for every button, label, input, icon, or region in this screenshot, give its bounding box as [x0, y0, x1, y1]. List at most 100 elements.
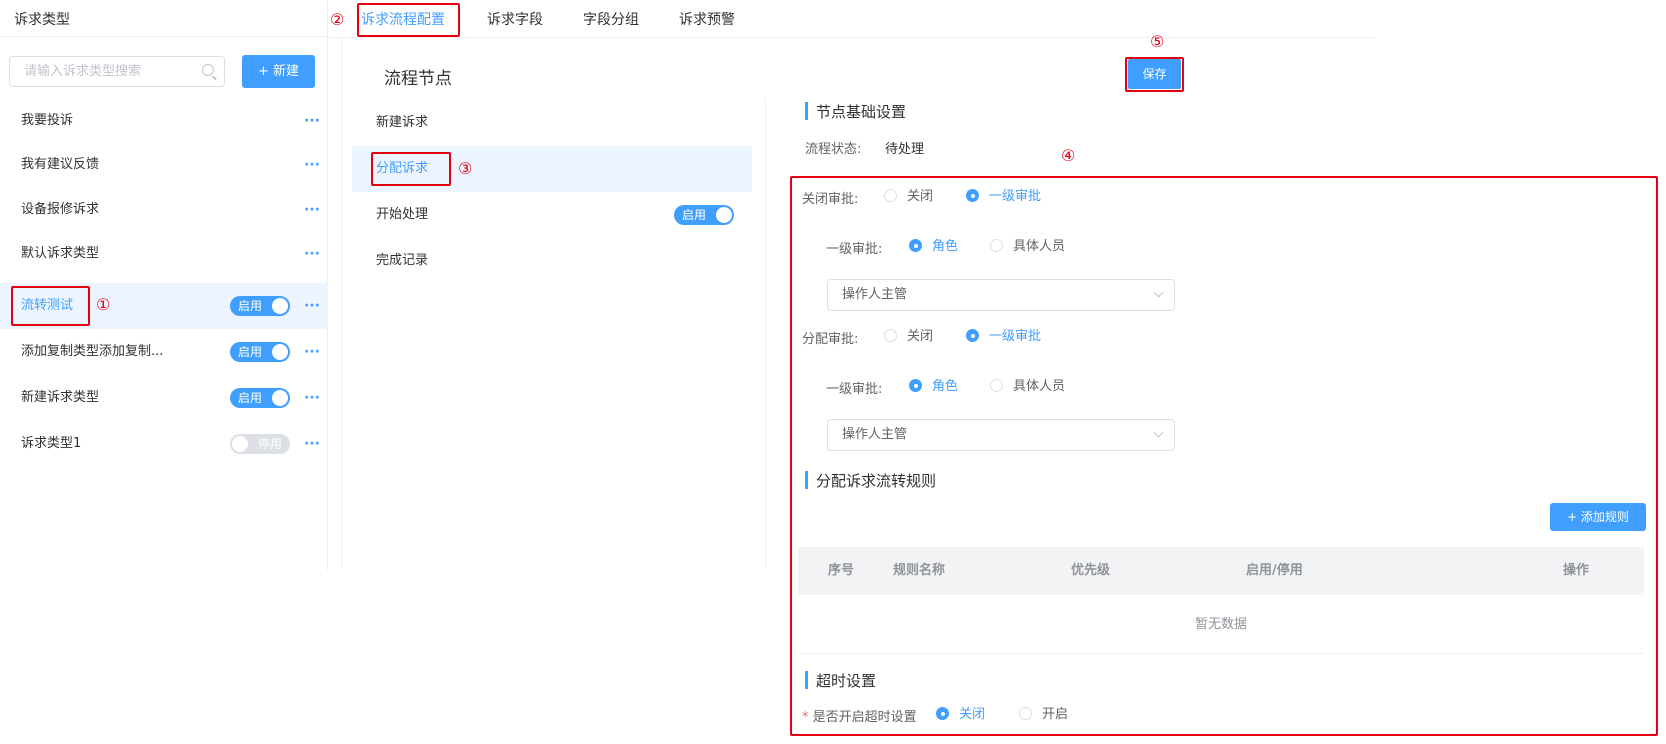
- radio-close[interactable]: 关闭: [884, 189, 933, 205]
- more-icon[interactable]: ···: [304, 422, 320, 466]
- column-header: 优先级: [1071, 563, 1111, 578]
- radio-label: 关闭: [907, 189, 934, 204]
- enable-toggle[interactable]: 启用: [230, 296, 290, 316]
- annotation-marker: ③: [458, 159, 473, 178]
- radio-circle: [884, 329, 897, 342]
- annotation-box: [357, 3, 460, 37]
- toggle-knob: [272, 390, 288, 406]
- type-item[interactable]: 设备报修诉求 ···: [0, 188, 328, 232]
- column-header: 规则名称: [893, 563, 946, 578]
- toggle-knob: [272, 344, 288, 360]
- more-icon[interactable]: ···: [304, 330, 320, 374]
- type-item-label: 默认诉求类型: [21, 246, 100, 261]
- flow-node-label: 新建诉求: [376, 115, 429, 130]
- radio-circle: [966, 189, 979, 202]
- enable-toggle[interactable]: 停用: [230, 434, 290, 454]
- close-approval-label: 关闭审批:: [802, 192, 859, 207]
- type-item-label: 设备报修诉求: [21, 202, 100, 217]
- enable-toggle[interactable]: 启用: [230, 342, 290, 362]
- approver-select[interactable]: 操作人主管: [827, 419, 1175, 451]
- radio-label: 开启: [1042, 707, 1069, 722]
- tab-fields[interactable]: 诉求字段: [487, 9, 543, 29]
- radio-label: 具体人员: [1013, 239, 1066, 254]
- level1-label: 一级审批:: [826, 242, 883, 257]
- status-value: 待处理: [885, 142, 925, 157]
- radio-label: 关闭: [959, 707, 986, 722]
- toggle-label: 启用: [238, 391, 263, 405]
- chevron-down-icon: [1153, 427, 1164, 438]
- status-label: 流程状态:: [805, 142, 862, 157]
- radio-circle: [909, 239, 922, 252]
- radio-level1[interactable]: 一级审批: [966, 189, 1041, 205]
- type-item-label: 添加复制类型添加复制...: [21, 344, 164, 359]
- add-rule-button[interactable]: + 添加规则: [1550, 503, 1646, 531]
- annotation-marker: ①: [96, 295, 111, 314]
- type-item[interactable]: 我有建议反馈 ···: [0, 143, 328, 187]
- tabs-divider: [329, 37, 1374, 38]
- tab-warnings[interactable]: 诉求预警: [679, 9, 735, 29]
- radio-label: 关闭: [907, 329, 934, 344]
- radio-label: 角色: [932, 239, 959, 254]
- type-search-input[interactable]: 请输入诉求类型搜索: [9, 56, 225, 87]
- type-sidebar: 诉求类型 请输入诉求类型搜索 + 新建 我要投诉 ··· 我有建议反馈 ··· …: [0, 0, 328, 570]
- column-header: 启用/停用: [1246, 563, 1303, 578]
- radio-circle: [909, 379, 922, 392]
- radio-timeout-off[interactable]: 关闭: [936, 707, 985, 723]
- divider: [765, 98, 766, 568]
- search-placeholder: 请输入诉求类型搜索: [24, 64, 142, 79]
- more-icon[interactable]: ···: [304, 99, 320, 143]
- timeout-label-text: 是否开启超时设置: [812, 710, 917, 725]
- radio-person[interactable]: 具体人员: [990, 379, 1065, 395]
- enable-toggle[interactable]: 启用: [230, 388, 290, 408]
- more-icon[interactable]: ···: [304, 232, 320, 276]
- type-item[interactable]: 添加复制类型添加复制... 启用 ···: [0, 330, 328, 374]
- approver-select[interactable]: 操作人主管: [827, 279, 1175, 311]
- radio-person[interactable]: 具体人员: [990, 239, 1065, 255]
- radio-timeout-on[interactable]: 开启: [1019, 707, 1068, 723]
- enable-toggle[interactable]: 启用: [674, 205, 734, 225]
- toggle-label: 启用: [682, 208, 707, 222]
- type-item[interactable]: 诉求类型1 停用 ···: [0, 422, 328, 466]
- radio-role[interactable]: 角色: [909, 379, 958, 395]
- type-item-label: 诉求类型1: [21, 436, 82, 451]
- more-icon[interactable]: ···: [304, 283, 320, 329]
- flow-node-label: 开始处理: [376, 207, 429, 222]
- type-item-label: 我要投诉: [21, 113, 74, 128]
- divider: [341, 38, 342, 568]
- search-icon[interactable]: [202, 64, 214, 76]
- radio-role[interactable]: 角色: [909, 239, 958, 255]
- type-item[interactable]: 我要投诉 ···: [0, 99, 328, 143]
- radio-circle: [990, 239, 1003, 252]
- more-icon[interactable]: ···: [304, 188, 320, 232]
- radio-circle: [966, 329, 979, 342]
- tab-field-groups[interactable]: 字段分组: [583, 9, 639, 29]
- empty-state: 暂无数据: [798, 596, 1644, 654]
- radio-label: 角色: [932, 379, 959, 394]
- more-icon[interactable]: ···: [304, 376, 320, 420]
- flow-node[interactable]: 新建诉求: [352, 100, 752, 146]
- toggle-knob: [232, 436, 248, 452]
- column-header: 操作: [1563, 563, 1590, 578]
- section-title-basic: 节点基础设置: [805, 101, 906, 122]
- radio-circle: [1019, 707, 1032, 720]
- radio-label: 一级审批: [989, 189, 1042, 204]
- annotation-marker: ④: [1061, 146, 1076, 165]
- toggle-label: 启用: [238, 299, 263, 313]
- more-icon[interactable]: ···: [304, 143, 320, 187]
- radio-close[interactable]: 关闭: [884, 329, 933, 345]
- annotation-box: [371, 152, 451, 186]
- section-title-timeout: 超时设置: [805, 670, 876, 691]
- flow-node-label: 完成记录: [376, 253, 429, 268]
- flow-node[interactable]: 开始处理 启用: [352, 192, 752, 238]
- section-title-rules: 分配诉求流转规则: [805, 470, 936, 491]
- radio-circle: [990, 379, 1003, 392]
- type-item[interactable]: 新建诉求类型 启用 ···: [0, 376, 328, 420]
- select-value: 操作人主管: [842, 287, 908, 302]
- new-type-button[interactable]: + 新建: [242, 55, 315, 88]
- flow-node[interactable]: 完成记录: [352, 238, 752, 284]
- radio-level1[interactable]: 一级审批: [966, 329, 1041, 345]
- toggle-knob: [716, 207, 732, 223]
- radio-label: 一级审批: [989, 329, 1042, 344]
- type-item[interactable]: 默认诉求类型 ···: [0, 232, 328, 276]
- timeout-label: * 是否开启超时设置: [802, 706, 917, 725]
